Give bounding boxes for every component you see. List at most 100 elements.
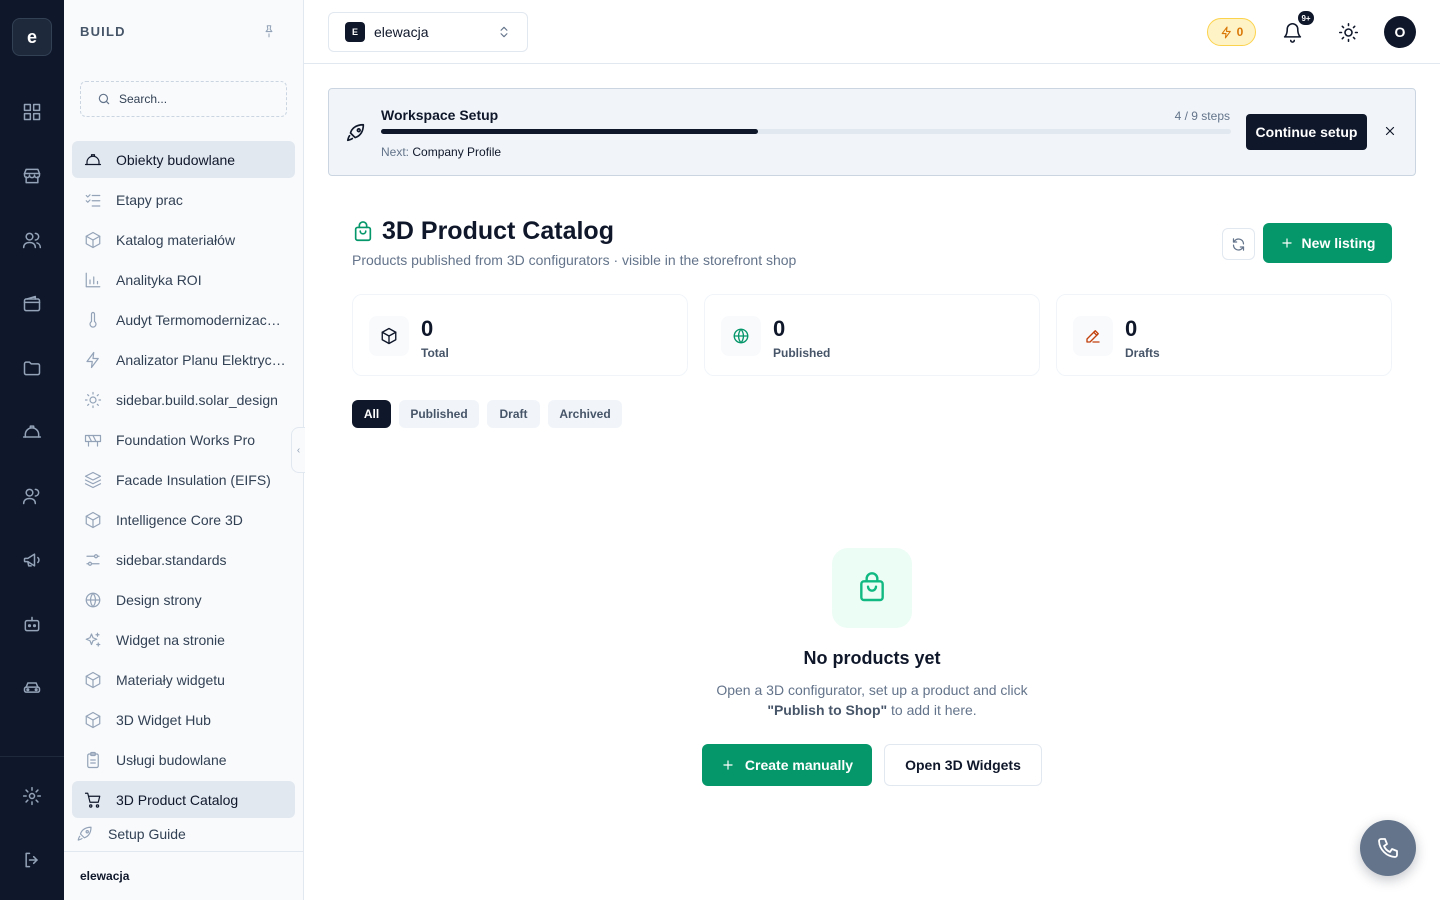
new-listing-label: New listing <box>1301 235 1376 251</box>
sidebar-workspace-footer[interactable]: elewacja <box>64 851 303 900</box>
sidebar-item-analityka-roi[interactable]: Analityka ROI <box>72 261 295 298</box>
helmet-icon[interactable] <box>20 420 44 444</box>
filter-tab-archived[interactable]: Archived <box>548 400 622 428</box>
sidebar-item-label: Etapy prac <box>116 191 183 208</box>
sidebar-item-materialy-widgetu[interactable]: Materiały widgetu <box>72 661 295 698</box>
sidebar-item-intelligence-core-3d[interactable]: Intelligence Core 3D <box>72 501 295 538</box>
helmet-icon <box>84 153 102 165</box>
filter-tab-published[interactable]: Published <box>399 400 479 428</box>
create-manually-label: Create manually <box>744 757 854 773</box>
logout-icon[interactable] <box>20 848 44 872</box>
phone-icon <box>1378 838 1398 858</box>
setup-title: Workspace Setup <box>381 107 499 123</box>
store-icon[interactable] <box>20 164 44 188</box>
sidebar-item-uslugi-budowlane[interactable]: Usługi budowlane <box>72 741 295 778</box>
megaphone-icon[interactable] <box>20 548 44 572</box>
sun-icon <box>84 391 102 408</box>
rail-divider <box>0 756 64 757</box>
setup-steps: 4 / 9 steps <box>1174 109 1230 123</box>
stat-value: 0 <box>421 316 434 341</box>
empty-state-title: No products yet <box>803 648 941 668</box>
credits-badge[interactable]: 0 <box>1207 18 1256 46</box>
empty-state-highlight: "Publish to Shop" <box>767 702 888 718</box>
shopping-bag-icon <box>832 548 912 628</box>
sidebar-item-obiekty-budowlane[interactable]: Obiekty budowlane <box>72 141 295 178</box>
search-input[interactable] <box>119 92 269 106</box>
rocket-icon <box>345 122 367 144</box>
settings-icon[interactable] <box>20 784 44 808</box>
box-icon <box>369 316 409 356</box>
box-icon <box>85 671 101 688</box>
car-icon[interactable] <box>20 676 44 700</box>
folder-icon[interactable] <box>20 356 44 380</box>
app-rail: e <box>0 0 64 900</box>
sidebar-item-3d-product-catalog[interactable]: 3D Product Catalog <box>72 781 295 818</box>
construction-icon <box>84 434 102 447</box>
sliders-icon <box>86 553 100 566</box>
sidebar-item-analizator-planu-elektrycznego[interactable]: Analizator Planu Elektrycznego <box>72 341 295 378</box>
sidebar-item-label: Design strony <box>116 591 202 608</box>
cart-icon <box>84 792 101 808</box>
sidebar-item-label: Katalog materiałów <box>116 231 236 248</box>
close-icon[interactable] <box>1383 124 1399 140</box>
sidebar-item-label: Foundation Works Pro <box>116 431 256 448</box>
sidebar-item-label: Intelligence Core 3D <box>116 511 243 528</box>
sidebar-item-label: sidebar.standards <box>116 551 227 568</box>
zap-icon <box>1221 26 1231 38</box>
new-listing-button[interactable]: New listing <box>1263 223 1392 263</box>
app-logo[interactable]: e <box>12 18 52 56</box>
sidebar-item-label: Widget na stronie <box>116 631 225 648</box>
bot-icon[interactable] <box>20 612 44 636</box>
topbar: E elewacja 0 9+ O <box>304 0 1440 64</box>
sidebar-item-katalog-materialow[interactable]: Katalog materiałów <box>72 221 295 258</box>
dashboard-icon[interactable] <box>20 100 44 124</box>
search-icon <box>98 93 110 105</box>
stat-value: 0 <box>773 316 786 341</box>
sidebar-search[interactable] <box>80 81 287 117</box>
setup-next: Next: Company Profile <box>381 145 501 159</box>
workspace-name: elewacja <box>374 24 429 40</box>
box-icon <box>85 711 101 728</box>
workspace-selector[interactable]: E elewacja <box>328 12 528 52</box>
empty-state-suffix: to add it here. <box>887 702 977 718</box>
sidebar-item-audyt-termomodernizacyjny[interactable]: Audyt Termomodernizacyjny <box>72 301 295 338</box>
sidebar-item-foundation-works-pro[interactable]: Foundation Works Pro <box>72 421 295 458</box>
theme-toggle-sun-icon[interactable] <box>1336 20 1360 44</box>
sidebar-item-facade-insulation[interactable]: Facade Insulation (EIFS) <box>72 461 295 498</box>
sidebar-item-design-strony[interactable]: Design strony <box>72 581 295 618</box>
stat-value: 0 <box>1125 316 1138 341</box>
sidebar-item-widget-na-stronie[interactable]: Widget na stronie <box>72 621 295 658</box>
open-3d-widgets-button[interactable]: Open 3D Widgets <box>884 744 1042 786</box>
phone-call-button[interactable] <box>1360 820 1416 876</box>
refresh-button[interactable] <box>1222 228 1255 260</box>
workspace-badge: E <box>345 22 365 42</box>
filter-tab-draft[interactable]: Draft <box>487 400 540 428</box>
sidebar-item-setup-guide[interactable]: Setup Guide <box>64 815 287 852</box>
pin-icon[interactable] <box>262 24 278 40</box>
box-icon <box>85 511 101 528</box>
create-manually-button[interactable]: Create manually <box>702 744 872 786</box>
wallet-icon[interactable] <box>20 292 44 316</box>
sidebar-item-solar-design[interactable]: sidebar.build.solar_design <box>72 381 295 418</box>
team-icon[interactable] <box>20 484 44 508</box>
continue-setup-button[interactable]: Continue setup <box>1246 114 1367 150</box>
plus-icon <box>723 760 733 770</box>
sidebar: BUILD Obiekty budowlane Etapy prac Katal… <box>64 0 304 900</box>
user-avatar[interactable]: O <box>1384 16 1416 48</box>
filter-tab-all[interactable]: All <box>352 400 391 428</box>
bar-chart-icon <box>85 272 101 287</box>
sparkles-icon <box>85 632 101 647</box>
stat-label: Published <box>773 346 831 360</box>
sidebar-collapse-handle[interactable]: ‹ <box>291 427 305 473</box>
users-icon[interactable] <box>20 228 44 252</box>
setup-progress-fill <box>381 129 759 134</box>
workspace-setup-banner: Workspace Setup 4 / 9 steps Next: Compan… <box>328 88 1416 176</box>
page-title: 3D Product Catalog <box>382 217 614 245</box>
shopping-bag-icon <box>352 221 374 243</box>
sidebar-item-standards[interactable]: sidebar.standards <box>72 541 295 578</box>
sidebar-item-etapy-prac[interactable]: Etapy prac <box>72 181 295 218</box>
sidebar-item-3d-widget-hub[interactable]: 3D Widget Hub <box>72 701 295 738</box>
sidebar-item-label: sidebar.build.solar_design <box>116 391 278 408</box>
refresh-icon <box>1232 237 1245 251</box>
sidebar-item-label: 3D Product Catalog <box>116 791 239 808</box>
